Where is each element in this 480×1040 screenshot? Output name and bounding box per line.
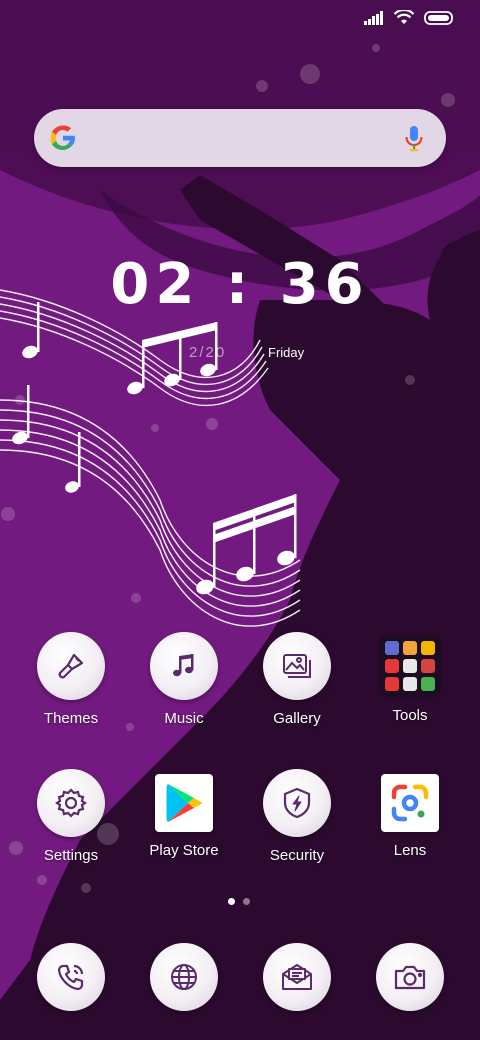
lens-icon [381,774,439,832]
app-themes[interactable]: Themes [15,632,127,727]
clock-date: 2/20 [189,344,227,361]
app-tools-folder[interactable]: Tools [354,632,466,724]
app-label: Gallery [273,710,321,727]
google-logo-icon [50,125,75,150]
wifi-icon [394,10,414,24]
mic-icon[interactable] [404,125,424,153]
gallery-icon [263,632,331,700]
app-settings[interactable]: Settings [15,769,127,864]
search-bar[interactable] [34,109,446,167]
app-label: Music [164,710,204,727]
app-lens[interactable]: Lens [354,769,466,859]
app-security[interactable]: Security [241,769,353,864]
app-label: Play Store [149,842,219,859]
music-note-icon [150,632,218,700]
app-play-store[interactable]: Play Store [128,769,240,859]
app-label: Settings [43,847,99,864]
dock-messages[interactable] [263,943,331,1011]
clock-time[interactable]: 02 : 36 [0,252,480,317]
camera-icon [376,943,444,1011]
messages-icon [263,943,331,1011]
globe-icon [150,943,218,1011]
app-gallery[interactable]: Gallery [241,632,353,727]
signal-icon [364,10,383,25]
paintbrush-icon [37,632,105,700]
app-label: Security [269,847,325,864]
dock-camera[interactable] [376,943,444,1011]
phone-icon [37,943,105,1011]
app-label: Tools [392,707,428,724]
shield-icon [263,769,331,837]
page-dot [243,898,250,905]
battery-icon [424,10,453,25]
dock-phone[interactable] [37,943,105,1011]
app-label: Themes [43,710,99,727]
app-music[interactable]: Music [128,632,240,727]
page-indicator [228,898,250,905]
status-bar [364,10,454,25]
tools-folder-icon [379,635,441,697]
app-label: Lens [393,842,427,859]
clock-day: Friday [268,345,305,360]
gear-icon [37,769,105,837]
play-store-icon [155,774,213,832]
page-dot-active [228,898,235,905]
dock-browser[interactable] [150,943,218,1011]
